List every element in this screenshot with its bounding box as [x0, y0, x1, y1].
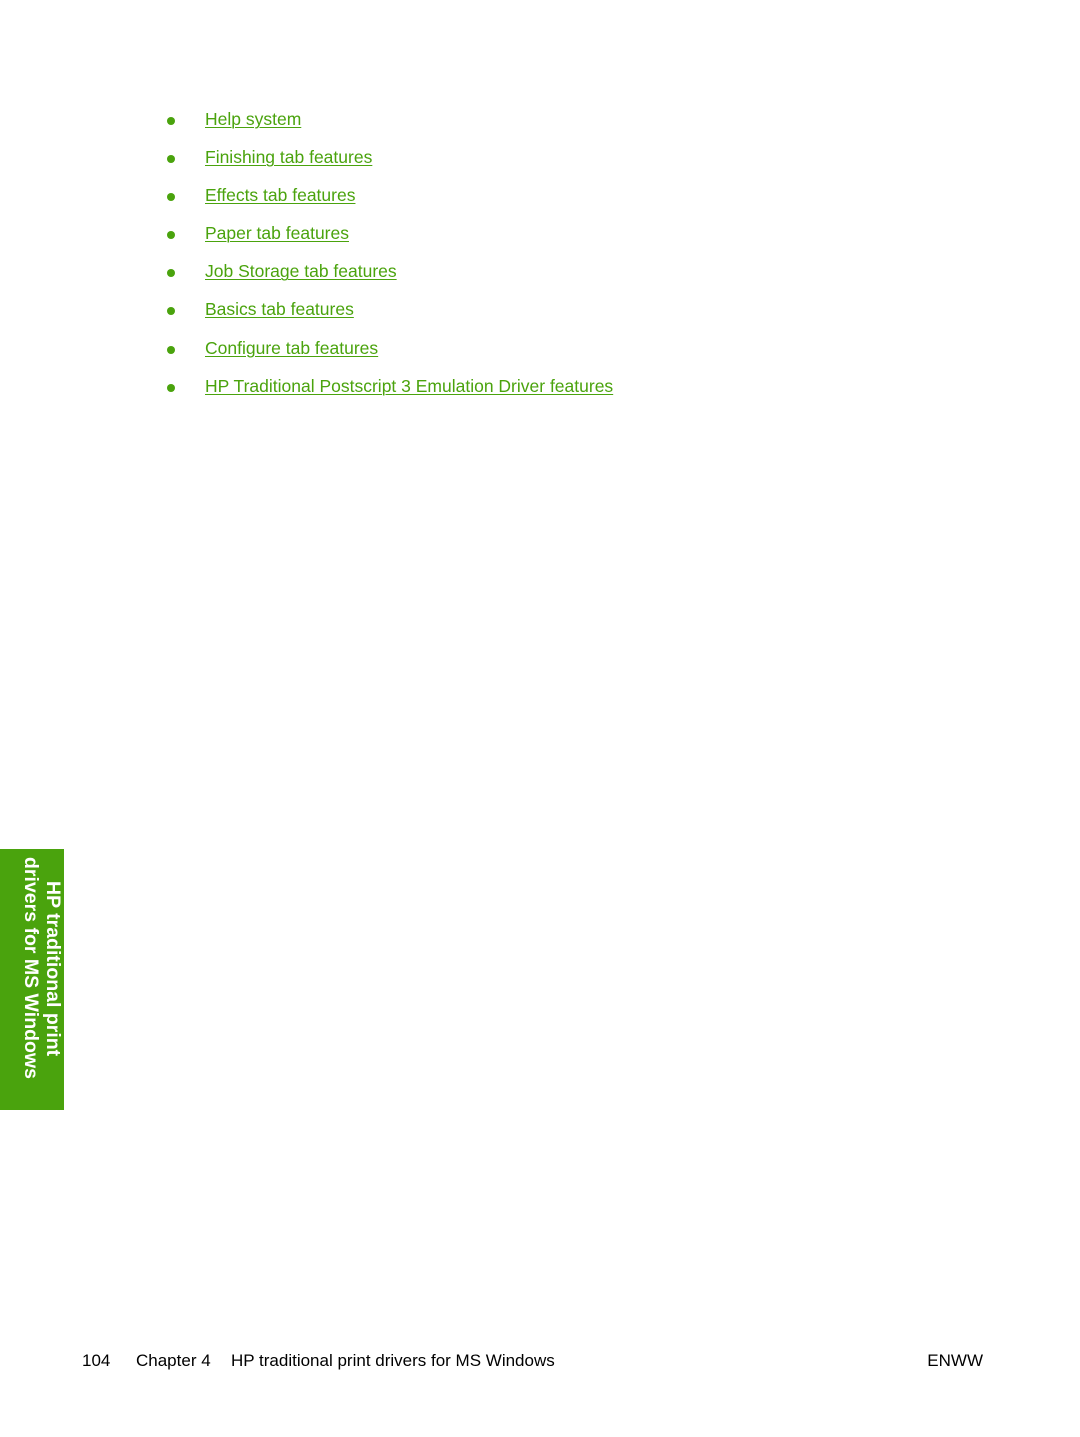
bullet-icon	[167, 383, 175, 392]
bullet-icon	[167, 117, 175, 125]
bullet-icon	[167, 231, 175, 240]
link-postscript-emulation-driver-features[interactable]: HP Traditional Postscript 3 Emulation Dr…	[205, 376, 613, 397]
link-finishing-tab-features[interactable]: Finishing tab features	[205, 147, 372, 168]
document-code: ENWW	[927, 1351, 983, 1370]
chapter-side-tab: HP traditional print drivers for MS Wind…	[0, 849, 64, 1110]
page-number: 104	[82, 1351, 111, 1370]
page-footer: 104 Chapter 4 HP traditional print drive…	[82, 1351, 983, 1373]
bullet-icon	[167, 155, 175, 164]
link-effects-tab-features[interactable]: Effects tab features	[205, 185, 355, 206]
link-basics-tab-features[interactable]: Basics tab features	[205, 299, 354, 320]
bullet-icon	[167, 269, 175, 278]
chapter-title: HP traditional print drivers for MS Wind…	[231, 1351, 555, 1370]
bullet-icon	[167, 193, 175, 202]
bullet-icon	[167, 345, 175, 354]
side-tab-line-2: drivers for MS Windows	[20, 857, 42, 1079]
side-tab-line-1: HP traditional print	[42, 881, 64, 1057]
link-configure-tab-features[interactable]: Configure tab features	[205, 338, 378, 359]
side-tab-label: HP traditional print drivers for MS Wind…	[20, 857, 64, 1107]
chapter-label: Chapter 4	[136, 1351, 211, 1370]
link-help-system[interactable]: Help system	[205, 109, 301, 130]
bullet-icon	[167, 307, 175, 316]
link-job-storage-tab-features[interactable]: Job Storage tab features	[205, 261, 397, 282]
link-paper-tab-features[interactable]: Paper tab features	[205, 223, 349, 244]
